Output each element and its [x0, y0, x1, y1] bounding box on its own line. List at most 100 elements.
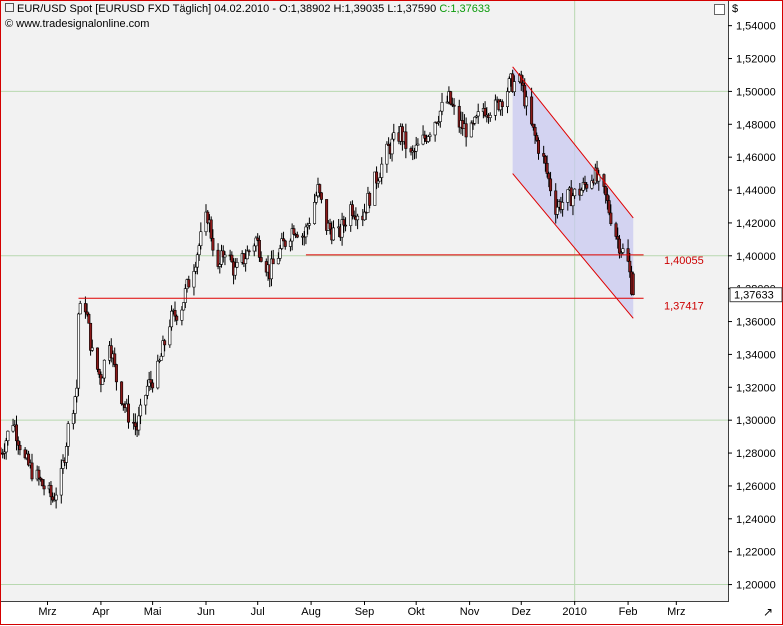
x-tick-label: Mrz: [38, 606, 56, 618]
y-tick-label: 1,40000: [736, 251, 776, 263]
candle-body: [216, 249, 220, 267]
candle-body: [192, 271, 196, 288]
candle-body: [40, 479, 44, 487]
candle-body: [440, 102, 444, 112]
instrument-header: EUR/USD Spot [EURUSD FXD Täglich] 04.02.…: [5, 3, 490, 15]
candle-body: [278, 248, 282, 259]
candle-body: [64, 446, 68, 463]
candle-body: [78, 303, 82, 315]
candle-body: [66, 423, 70, 447]
candle-body: [571, 195, 575, 207]
y-tick-label: 1,22000: [736, 547, 776, 559]
candle-body: [97, 369, 101, 375]
candle-body: [488, 115, 492, 118]
candle-body: [583, 182, 587, 185]
candle-body: [617, 238, 621, 254]
y-tick-label: 1,42000: [736, 218, 776, 230]
candle-body: [223, 254, 227, 258]
candle-body: [378, 177, 382, 182]
candle-body: [609, 212, 613, 225]
candle-body: [521, 82, 525, 86]
x-tick-label: Mai: [144, 606, 162, 618]
close-value: C:1,37633: [439, 3, 491, 15]
candle-body: [101, 377, 105, 385]
candle-body: [426, 136, 430, 142]
chart-window: 1,40055 1,37417 1,20000 1,22000 1,24000 1,260…: [0, 0, 783, 625]
candle-body: [89, 322, 93, 351]
candle-body: [54, 494, 58, 501]
candle-body: [183, 288, 187, 303]
y-tick-label: 1,36000: [736, 317, 776, 329]
instrument-info: EUR/USD Spot [EURUSD FXD Täglich] 04.02.…: [17, 3, 437, 15]
y-tick-label: 1,28000: [736, 448, 776, 460]
candle-body: [77, 313, 81, 389]
candle-body: [276, 258, 280, 265]
plot-area[interactable]: 1,40055 1,37417 1,20000 1,22000 1,24000 1,260…: [1, 1, 783, 618]
candle-body: [476, 111, 480, 117]
candle-body: [288, 240, 292, 247]
candle-body: [30, 462, 34, 480]
candle-body: [566, 189, 570, 203]
x-tick-label: Okt: [408, 606, 425, 618]
candle-body: [51, 496, 55, 501]
candle-body: [247, 250, 251, 253]
candle-body: [530, 96, 534, 125]
candle-body: [59, 468, 63, 496]
candle-body: [87, 313, 91, 324]
candle-body: [505, 91, 509, 107]
candle-body: [197, 245, 201, 256]
candle-body: [304, 226, 308, 238]
candle-body: [11, 425, 15, 432]
x-tick-label: 2010: [562, 606, 586, 618]
candle-body: [37, 469, 41, 479]
candle-body: [71, 413, 75, 425]
price-chart[interactable]: 1,40055 1,37417 1,20000 1,22000 1,24000 1,260…: [1, 1, 783, 626]
candle-body: [149, 379, 153, 384]
candle-body: [580, 189, 584, 196]
candle-body: [493, 99, 497, 116]
candle-body: [163, 340, 167, 346]
candle-body: [438, 110, 442, 123]
candle-body: [159, 355, 163, 361]
x-tick-label: Mrz: [667, 606, 685, 618]
candle-body: [145, 385, 149, 396]
candle-body: [144, 395, 148, 406]
candle-body: [390, 138, 394, 155]
candle-body: [473, 116, 477, 124]
candle-body: [194, 266, 198, 272]
y-tick-label: 1,20000: [736, 580, 776, 592]
candle-body: [614, 223, 618, 237]
candle-body: [464, 123, 468, 138]
candle-body: [257, 239, 261, 258]
candle-body: [235, 262, 239, 268]
candle-body: [114, 364, 118, 383]
last-price-label: 1,37633: [734, 290, 774, 302]
resize-arrow-icon[interactable]: ↗: [763, 605, 773, 619]
candle-body: [83, 303, 87, 313]
y-tick-label: 1,26000: [736, 481, 776, 493]
candle-body: [218, 264, 222, 267]
candle-body: [282, 238, 286, 242]
candle-body: [605, 194, 609, 201]
candle-body: [137, 415, 141, 431]
candle-body: [535, 135, 539, 141]
y-tick-label: 1,48000: [736, 119, 776, 131]
candle-body: [120, 381, 124, 405]
maximize-icon[interactable]: [714, 4, 725, 15]
candle-body: [561, 202, 565, 210]
candle-body: [15, 424, 19, 442]
candle-body: [180, 309, 184, 321]
candle-body: [385, 143, 389, 165]
collapse-icon[interactable]: [5, 3, 14, 12]
candle-body: [199, 231, 203, 246]
y-tick-label: 1,46000: [736, 152, 776, 164]
candle-body: [73, 396, 77, 414]
x-tick-label: Nov: [460, 606, 480, 618]
candle-body: [512, 81, 516, 93]
candle-body: [313, 202, 317, 224]
candle-body: [271, 258, 275, 265]
y-tick-label: 1,32000: [736, 382, 776, 394]
candle-body: [356, 215, 360, 221]
candle-body: [211, 237, 215, 251]
candle-body: [6, 430, 10, 442]
